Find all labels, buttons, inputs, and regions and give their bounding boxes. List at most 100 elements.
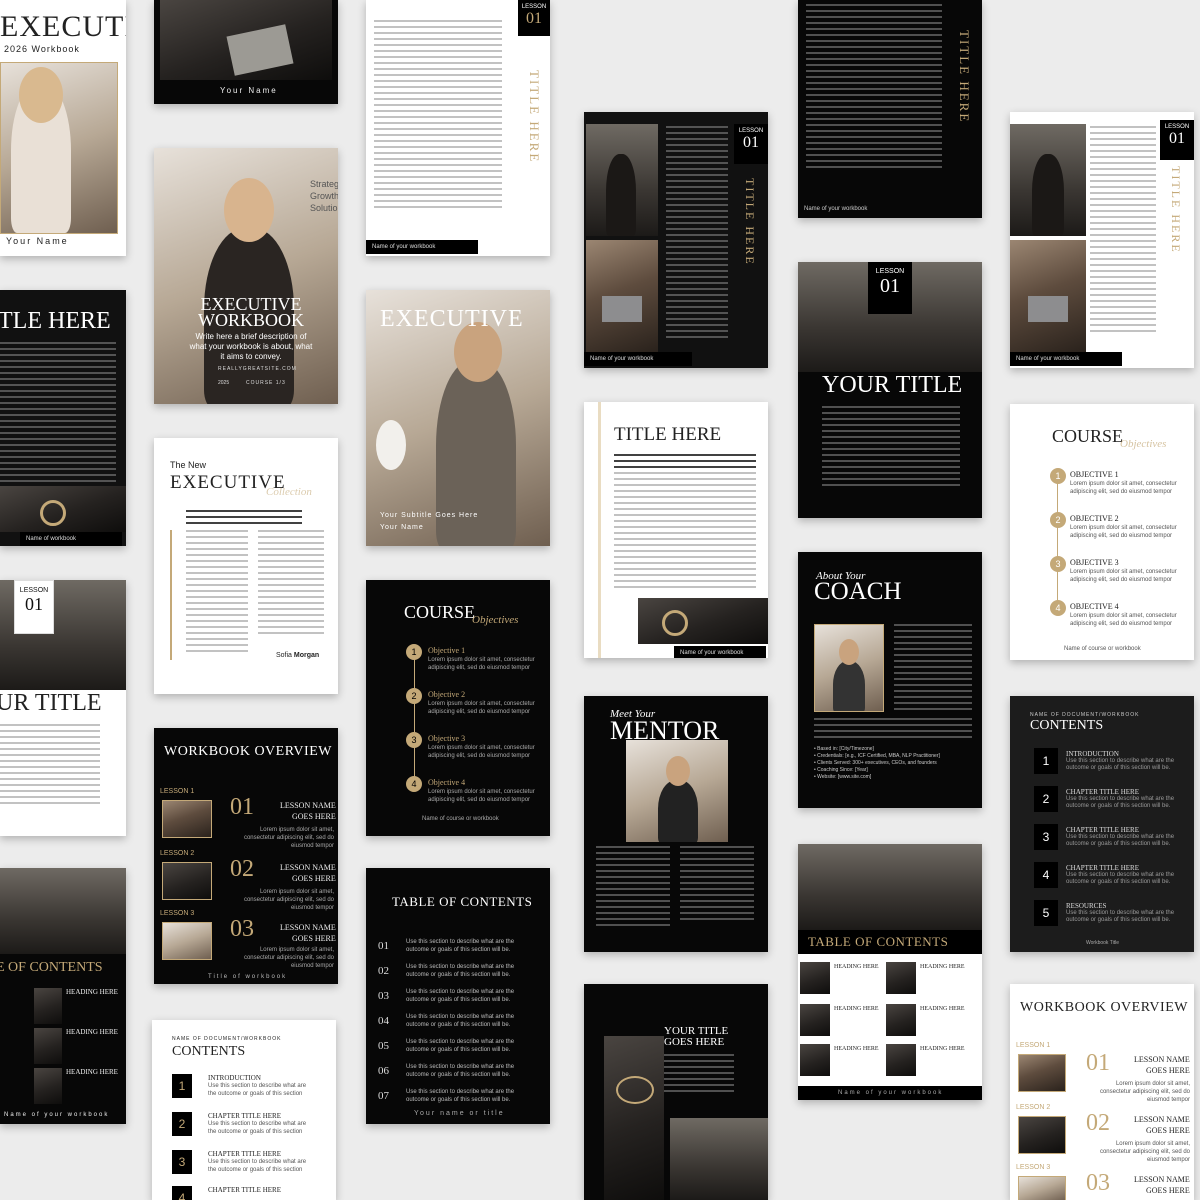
lesson-dark-photo-vertical-title: TITLE HERE xyxy=(743,178,757,266)
top-dark-text-page[interactable]: TITLE HERE Name of your workbook xyxy=(798,0,982,218)
toc-right-thumb-2 xyxy=(886,962,916,994)
toc-right-photo xyxy=(798,844,982,930)
toc-right-heading-1: HEADING HERE xyxy=(834,964,879,970)
contents-dark-footer: Workbook Title xyxy=(1086,940,1119,946)
cover-page[interactable]: EXECUTIVE 2026 Workbook Your Name xyxy=(0,0,126,256)
lesson-right-text xyxy=(1090,126,1156,336)
toc-dark-page[interactable]: TABLE OF CONTENTS 01 Use this section to … xyxy=(366,868,550,1124)
executive-cover2-page[interactable]: EXECUTIVE Your Subtitle Goes Here Your N… xyxy=(366,290,550,546)
smile-cover-year: 2025 xyxy=(218,380,230,386)
toc-dark-footer: Your name or title xyxy=(414,1110,505,1117)
toc-left-photo xyxy=(0,868,126,954)
left-title-page[interactable]: TLE HERE Name of workbook xyxy=(0,290,126,546)
new-exec-rule xyxy=(170,530,172,660)
toc-right-page[interactable]: TABLE OF CONTENTS HEADING HERE HEADING H… xyxy=(798,844,982,1100)
new-exec-intro xyxy=(186,510,302,528)
toc-left-heading-1: HEADING HERE xyxy=(66,988,118,996)
title-light-body xyxy=(614,454,756,592)
lesson-text-page[interactable]: LESSON 01 TITLE HERE Name of your workbo… xyxy=(366,0,550,256)
your-title-goes-heading: YOUR TITLE GOES HERE xyxy=(664,1025,729,1048)
lesson-dark-photo-1 xyxy=(586,124,658,236)
contents-light-kicker: NAME OF DOCUMENT/WORKBOOK xyxy=(172,1036,282,1042)
left-title-text xyxy=(0,342,116,486)
course-light-script: Objectives xyxy=(1120,438,1167,450)
overview-light-page[interactable]: WORKBOOK OVERVIEW LESSON 1 01 LESSON NAM… xyxy=(1010,984,1194,1200)
toc-right-heading-6: HEADING HERE xyxy=(920,1046,965,1052)
contents-light-page[interactable]: NAME OF DOCUMENT/WORKBOOK CONTENTS 1 INT… xyxy=(152,1020,336,1200)
toc-left-heading-2: HEADING HERE xyxy=(66,1028,118,1036)
top-photo-name: Your Name xyxy=(220,86,278,95)
course-dark-footer: Name of course or workbook xyxy=(422,816,499,822)
lesson-dark-photo-footer: Name of your workbook xyxy=(584,352,692,366)
toc-left-page[interactable]: E OF CONTENTS HEADING HERE HEADING HERE … xyxy=(0,868,126,1124)
toc-right-thumb-3 xyxy=(800,1004,830,1036)
new-exec-col-1 xyxy=(186,530,248,656)
course-light-title: COURSE xyxy=(1052,426,1124,446)
course-dark-page[interactable]: COURSE Objectives 1 Objective 1 Lorem ip… xyxy=(366,580,550,836)
coach-bullets: • Based in: [City/Timezone] • Credential… xyxy=(814,746,940,780)
lesson-right-tag: LESSON 01 xyxy=(1160,120,1194,160)
smile-cover-description: Write here a brief description of what y… xyxy=(189,332,313,361)
lesson-right-vertical-title: TITLE HERE xyxy=(1169,166,1183,254)
your-title-goes-page[interactable]: YOUR TITLE GOES HERE xyxy=(584,984,768,1200)
toc-left-footer: Name of your workbook xyxy=(4,1112,110,1118)
lesson-left-title: UR TITLE xyxy=(0,690,102,716)
toc-right-thumb-6 xyxy=(886,1044,916,1076)
lesson-text-footer: Name of your workbook xyxy=(366,240,478,254)
course-light-footer: Name of course or workbook xyxy=(1064,646,1141,652)
title-light-footer: Name of your workbook xyxy=(674,646,766,658)
smile-cover-page[interactable]: Strateg Growth Solutio EXECUTIVE WORKBOOK W… xyxy=(154,148,338,404)
title-light-page[interactable]: TITLE HERE Name of your workbook xyxy=(584,402,768,658)
your-title-page[interactable]: LESSON 01 YOUR TITLE xyxy=(798,262,982,518)
overview-dark-title: WORKBOOK OVERVIEW xyxy=(164,744,332,759)
toc-right-thumb-4 xyxy=(886,1004,916,1036)
course-dark-rule xyxy=(414,650,415,790)
overview-dark-page[interactable]: WORKBOOK OVERVIEW LESSON 1 01 LESSON NAM… xyxy=(154,728,338,984)
lesson-dark-photo-text xyxy=(666,126,728,342)
lesson-right-photo-1 xyxy=(1010,124,1086,236)
toc-right-thumb-1 xyxy=(800,962,830,994)
your-title-goes-photo-2 xyxy=(670,1118,768,1200)
your-title-goes-photo xyxy=(604,1036,664,1200)
cover-title: EXECUTIVE xyxy=(0,10,126,43)
top-dark-text-body xyxy=(806,4,942,172)
toc-left-thumb-3 xyxy=(34,1068,62,1104)
course-light-page[interactable]: COURSE Objectives 1 OBJECTIVE 1 Lorem ip… xyxy=(1010,404,1194,660)
lesson-text-body xyxy=(374,20,502,212)
mentor-page[interactable]: Meet Your MENTOR xyxy=(584,696,768,952)
toc-right-title: TABLE OF CONTENTS xyxy=(808,934,949,949)
smile-cover-website: REALLYGREATSITE.COM xyxy=(218,366,297,372)
lesson-text-vertical-title: TITLE HERE xyxy=(527,70,542,164)
coach-title: COACH xyxy=(814,578,902,605)
toc-left-heading-3: HEADING HERE xyxy=(66,1068,118,1076)
toc-left-thumb-1 xyxy=(34,988,62,1024)
contents-dark-page[interactable]: NAME OF DOCUMENT/WORKBOOK CONTENTS 1 INT… xyxy=(1010,696,1194,952)
executive-cover2-subtitle: Your Subtitle Goes Here xyxy=(380,512,479,519)
left-title: TLE HERE xyxy=(0,308,111,334)
overview-light-title: WORKBOOK OVERVIEW xyxy=(1020,1000,1188,1015)
lesson-dark-photo-page[interactable]: LESSON 01 TITLE HERE Name of your workbo… xyxy=(584,112,768,368)
executive-cover2-name: Your Name xyxy=(380,524,424,531)
executive-cover2-title: EXECUTIVE xyxy=(380,306,524,332)
cover-photo xyxy=(0,62,118,234)
toc-right-heading-3: HEADING HERE xyxy=(834,1006,879,1012)
course-dark-title: COURSE xyxy=(404,602,476,622)
course-dark-script: Objectives xyxy=(472,614,519,626)
title-light-title: TITLE HERE xyxy=(614,424,722,445)
title-light-photo xyxy=(638,598,768,644)
new-executive-page[interactable]: The New EXECUTIVE Collection Sofia Morga… xyxy=(154,438,338,694)
lesson-right-page[interactable]: LESSON 01 TITLE HERE Name of your workbo… xyxy=(1010,112,1194,368)
coach-photo xyxy=(814,624,884,712)
template-collage: { "cover": {"title": "EXECUTIVE", "subti… xyxy=(0,0,1200,1200)
top-photo-page[interactable]: Your Name xyxy=(154,0,338,104)
cover-name: Your Name xyxy=(6,236,69,246)
toc-left-thumb-2 xyxy=(34,1028,62,1064)
mentor-col-2 xyxy=(680,846,754,924)
new-exec-kicker: The New xyxy=(170,460,207,470)
top-dark-text-vertical-title: TITLE HERE xyxy=(957,30,972,124)
lesson-left-page[interactable]: LESSON 01 UR TITLE xyxy=(0,580,126,836)
coach-page[interactable]: About Your COACH • Based in: [City/Timez… xyxy=(798,552,982,808)
smile-cover-title: EXECUTIVE WORKBOOK xyxy=(198,294,304,330)
overview-dark-footer: Title of workbook xyxy=(208,974,288,980)
toc-right-thumb-5 xyxy=(800,1044,830,1076)
